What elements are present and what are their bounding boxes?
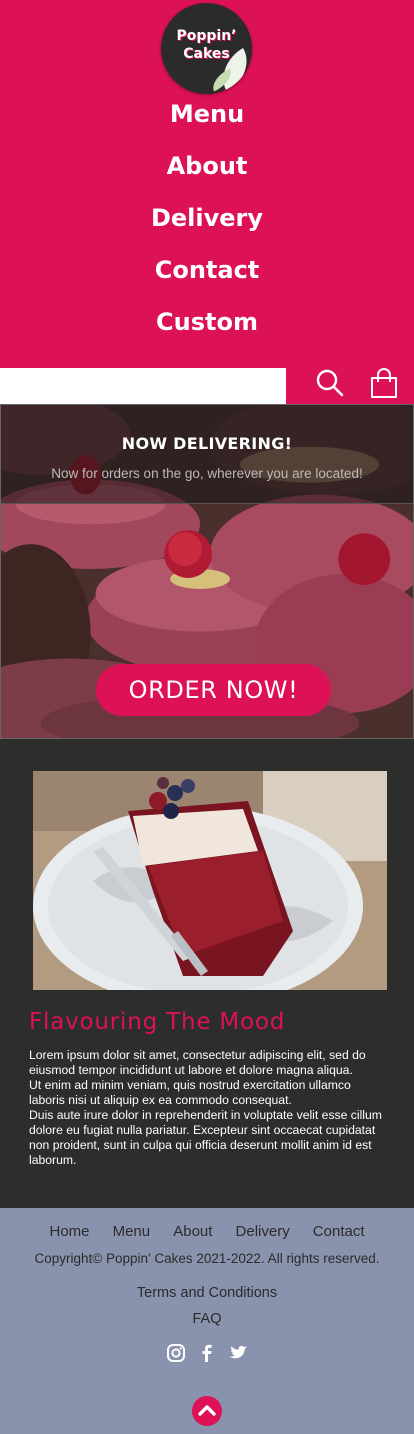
nav-item-custom: Custom [0, 302, 414, 354]
nav-link-delivery[interactable]: Delivery [151, 198, 263, 238]
search-bar [0, 368, 414, 404]
nav-link-custom[interactable]: Custom [156, 302, 258, 342]
faq-link[interactable]: FAQ [0, 1311, 414, 1327]
search-input[interactable] [0, 368, 286, 404]
nav-link-about[interactable]: About [167, 146, 248, 186]
banner-divider [1, 503, 413, 504]
footer-nav: Home Menu About Delivery Contact [0, 1221, 414, 1240]
feature-body-text: Lorem ipsum dolor sit amet, consectetur … [29, 1048, 382, 1167]
facebook-link[interactable] [197, 1343, 217, 1363]
search-button[interactable] [312, 368, 348, 398]
social-links [0, 1343, 414, 1365]
nav-link-contact[interactable]: Contact [155, 250, 260, 290]
logo[interactable]: Poppin’ Cakes [161, 3, 252, 94]
back-to-top-button[interactable] [192, 1396, 222, 1426]
footer-link-about[interactable]: About [173, 1223, 212, 1240]
banner-subtitle: Now for orders on the go, wherever you a… [51, 466, 363, 481]
facebook-icon [202, 1344, 212, 1362]
cart-button[interactable] [366, 368, 402, 400]
instagram-link[interactable] [166, 1343, 186, 1363]
order-now-button[interactable]: ORDER NOW! [96, 664, 331, 716]
chevron-up-icon [198, 1405, 216, 1416]
shopping-bag-icon [371, 368, 397, 398]
delivery-banner: NOW DELIVERING! Now for orders on the go… [0, 404, 414, 739]
nav-item-about: About [0, 146, 414, 198]
twitter-link[interactable] [228, 1343, 248, 1363]
copyright-text: Copyright© Poppin' Cakes 2021-2022. All … [34, 1251, 380, 1266]
logo-line-2: Cakes [183, 46, 230, 62]
feature-title: Flavouring The Mood [29, 1009, 286, 1035]
twitter-icon [229, 1345, 248, 1359]
site-footer: Home Menu About Delivery Contact Copyrig… [0, 1208, 414, 1434]
instagram-icon [166, 1344, 185, 1362]
logo-line-1: Poppin’ [176, 28, 237, 44]
main-nav: Menu About Delivery Contact Custom [0, 94, 414, 354]
feature-section: Flavouring The Mood Lorem ipsum dolor si… [0, 739, 414, 1208]
banner-overlay [1, 405, 413, 503]
search-icon [316, 369, 344, 397]
footer-link-delivery[interactable]: Delivery [236, 1223, 290, 1240]
banner-title: NOW DELIVERING! [121, 434, 293, 453]
nav-item-menu: Menu [0, 94, 414, 146]
red-velvet-cake-photo [33, 771, 387, 990]
nav-link-menu[interactable]: Menu [170, 94, 244, 134]
site-header: Poppin’ Cakes Menu About Delivery Contac… [0, 0, 414, 368]
terms-link[interactable]: Terms and Conditions [0, 1285, 414, 1301]
footer-link-menu[interactable]: Menu [113, 1223, 151, 1240]
footer-link-home[interactable]: Home [49, 1223, 89, 1240]
footer-link-contact[interactable]: Contact [313, 1223, 365, 1240]
logo-text: Poppin’ Cakes [161, 27, 252, 63]
nav-item-delivery: Delivery [0, 198, 414, 250]
nav-item-contact: Contact [0, 250, 414, 302]
